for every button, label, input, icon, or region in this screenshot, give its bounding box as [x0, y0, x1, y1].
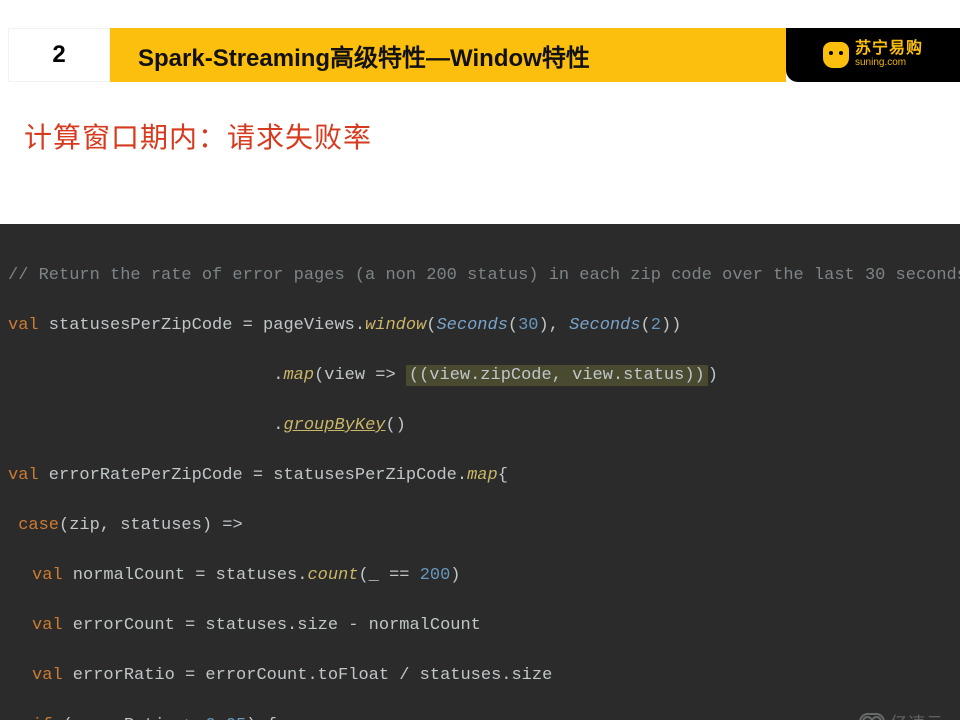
logo-text-cn: 苏宁易购 [855, 41, 923, 58]
code-snippet: // Return the rate of error pages (a non… [0, 224, 960, 720]
slide-header: 2 Spark-Streaming高级特性—Window特性 苏宁易购 suni… [8, 28, 960, 82]
brand-logo: 苏宁易购 suning.com [786, 28, 960, 82]
watermark-text: 亿速云 [890, 709, 944, 720]
lion-icon [823, 42, 849, 68]
cloud-icon [859, 713, 885, 720]
logo-text-en: suning.com [855, 58, 923, 69]
section-subtitle: 计算窗口期内：请求失败率 [24, 116, 960, 156]
slide-title: Spark-Streaming高级特性—Window特性 [110, 28, 786, 82]
code-comment: // Return the rate of error pages (a non… [8, 266, 960, 285]
highlighted-span: ((view.zipCode, view.status)) [406, 365, 708, 386]
slide-number: 2 [8, 28, 110, 82]
watermark: 亿速云 [859, 709, 944, 720]
